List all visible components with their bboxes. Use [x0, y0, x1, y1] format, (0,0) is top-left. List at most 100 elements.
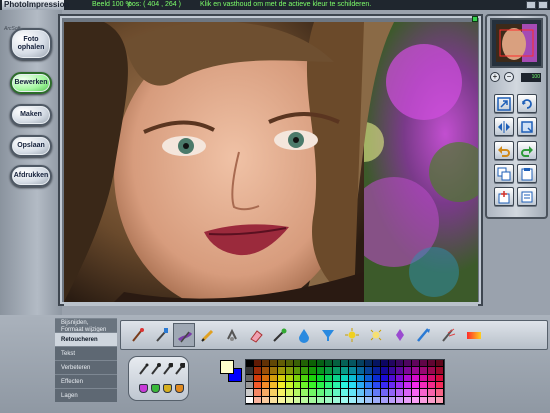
- palette-color-cell[interactable]: [348, 389, 356, 396]
- palette-color-cell[interactable]: [436, 389, 443, 396]
- palette-color-cell[interactable]: [277, 396, 285, 403]
- palette-color-cell[interactable]: [309, 382, 317, 389]
- palette-color-cell[interactable]: [428, 367, 436, 374]
- palette-color-cell[interactable]: [317, 360, 325, 367]
- smear-tool[interactable]: [173, 323, 195, 347]
- palette-color-cell[interactable]: [341, 360, 348, 367]
- zoom-in-icon[interactable]: +: [490, 72, 500, 82]
- palette-color-cell[interactable]: [285, 389, 293, 396]
- palette-color-cell[interactable]: [380, 367, 388, 374]
- palette-color-cell[interactable]: [246, 374, 253, 381]
- palette-color-cell[interactable]: [372, 389, 380, 396]
- palette-color-cell[interactable]: [380, 374, 388, 381]
- bucket-yellow-icon[interactable]: [163, 384, 172, 393]
- palette-color-cell[interactable]: [246, 360, 253, 367]
- palette-color-cell[interactable]: [380, 396, 388, 403]
- close-button[interactable]: [538, 1, 548, 9]
- palette-color-cell[interactable]: [380, 382, 388, 389]
- palette-color-cell[interactable]: [404, 396, 412, 403]
- palette-color-cell[interactable]: [404, 374, 412, 381]
- copy-button[interactable]: [494, 164, 514, 183]
- palette-color-cell[interactable]: [246, 389, 253, 396]
- palette-color-cell[interactable]: [277, 382, 285, 389]
- palette-color-cell[interactable]: [285, 396, 293, 403]
- palette-color-cell[interactable]: [396, 389, 404, 396]
- palette-color-cell[interactable]: [309, 396, 317, 403]
- palette-color-cell[interactable]: [420, 374, 428, 381]
- palette-color-cell[interactable]: [246, 367, 253, 374]
- palette-color-cell[interactable]: [436, 382, 443, 389]
- palette-color-cell[interactable]: [396, 367, 404, 374]
- tab-text[interactable]: Tekst: [55, 346, 117, 360]
- palette-color-cell[interactable]: [269, 396, 277, 403]
- palette-color-cell[interactable]: [261, 367, 269, 374]
- palette-color-cell[interactable]: [372, 396, 380, 403]
- palette-color-cell[interactable]: [388, 389, 396, 396]
- palette-color-cell[interactable]: [277, 367, 285, 374]
- palette-color-cell[interactable]: [253, 396, 261, 403]
- palette-color-cell[interactable]: [317, 374, 325, 381]
- palette-color-cell[interactable]: [341, 389, 348, 396]
- palette-color-cell[interactable]: [356, 389, 364, 396]
- palette-color-cell[interactable]: [364, 374, 372, 381]
- palette-color-cell[interactable]: [364, 367, 372, 374]
- palette-color-cell[interactable]: [325, 382, 333, 389]
- palette-color-cell[interactable]: [436, 360, 443, 367]
- eyedropper-tool[interactable]: [151, 323, 173, 347]
- bucket-green-icon[interactable]: [151, 384, 160, 393]
- palette-color-cell[interactable]: [293, 396, 301, 403]
- palette-color-cell[interactable]: [269, 382, 277, 389]
- edit-button[interactable]: Bewerken: [10, 72, 52, 94]
- water-drop-tool[interactable]: [293, 323, 315, 347]
- palette-color-cell[interactable]: [341, 382, 348, 389]
- palette-color-cell[interactable]: [325, 367, 333, 374]
- palette-color-cell[interactable]: [356, 367, 364, 374]
- palette-color-cell[interactable]: [428, 396, 436, 403]
- palette-color-cell[interactable]: [309, 360, 317, 367]
- palette-color-cell[interactable]: [404, 382, 412, 389]
- palette-color-cell[interactable]: [269, 389, 277, 396]
- palette-color-cell[interactable]: [309, 367, 317, 374]
- palette-color-cell[interactable]: [404, 389, 412, 396]
- palette-color-cell[interactable]: [436, 367, 443, 374]
- palette-color-cell[interactable]: [309, 389, 317, 396]
- palette-color-cell[interactable]: [261, 389, 269, 396]
- pencil-tool[interactable]: [197, 323, 219, 347]
- palette-color-cell[interactable]: [356, 396, 364, 403]
- palette-color-cell[interactable]: [246, 396, 253, 403]
- flip-button[interactable]: [494, 117, 514, 136]
- palette-color-cell[interactable]: [301, 374, 309, 381]
- palette-color-cell[interactable]: [269, 360, 277, 367]
- palette-color-cell[interactable]: [285, 374, 293, 381]
- palette-color-cell[interactable]: [420, 360, 428, 367]
- palette-color-cell[interactable]: [388, 396, 396, 403]
- minimize-button[interactable]: [526, 1, 536, 9]
- palette-color-cell[interactable]: [309, 374, 317, 381]
- palette-color-cell[interactable]: [348, 382, 356, 389]
- tab-retouch[interactable]: Retoucheren: [55, 332, 117, 346]
- palette-color-cell[interactable]: [317, 367, 325, 374]
- paintbrush-tool[interactable]: [127, 323, 149, 347]
- palette-color-cell[interactable]: [246, 382, 253, 389]
- palette-color-cell[interactable]: [277, 389, 285, 396]
- palette-color-cell[interactable]: [293, 389, 301, 396]
- blend-tool[interactable]: [437, 323, 459, 347]
- palette-color-cell[interactable]: [364, 396, 372, 403]
- palette-color-cell[interactable]: [388, 360, 396, 367]
- palette-color-cell[interactable]: [436, 396, 443, 403]
- palette-color-cell[interactable]: [325, 374, 333, 381]
- palette-color-cell[interactable]: [261, 360, 269, 367]
- paste-button[interactable]: [517, 164, 537, 183]
- brush-large-icon[interactable]: [163, 363, 173, 375]
- palette-color-cell[interactable]: [428, 389, 436, 396]
- sharpen-tool[interactable]: [413, 323, 435, 347]
- palette-color-cell[interactable]: [325, 360, 333, 367]
- zoom-out-icon[interactable]: −: [504, 72, 514, 82]
- palette-color-cell[interactable]: [372, 382, 380, 389]
- get-photo-button[interactable]: Foto ophalen: [10, 28, 52, 60]
- palette-color-cell[interactable]: [325, 396, 333, 403]
- tab-enhance[interactable]: Verbeteren: [55, 360, 117, 374]
- new-layer-button[interactable]: [494, 187, 514, 206]
- undo-button[interactable]: [494, 141, 514, 160]
- palette-color-cell[interactable]: [420, 389, 428, 396]
